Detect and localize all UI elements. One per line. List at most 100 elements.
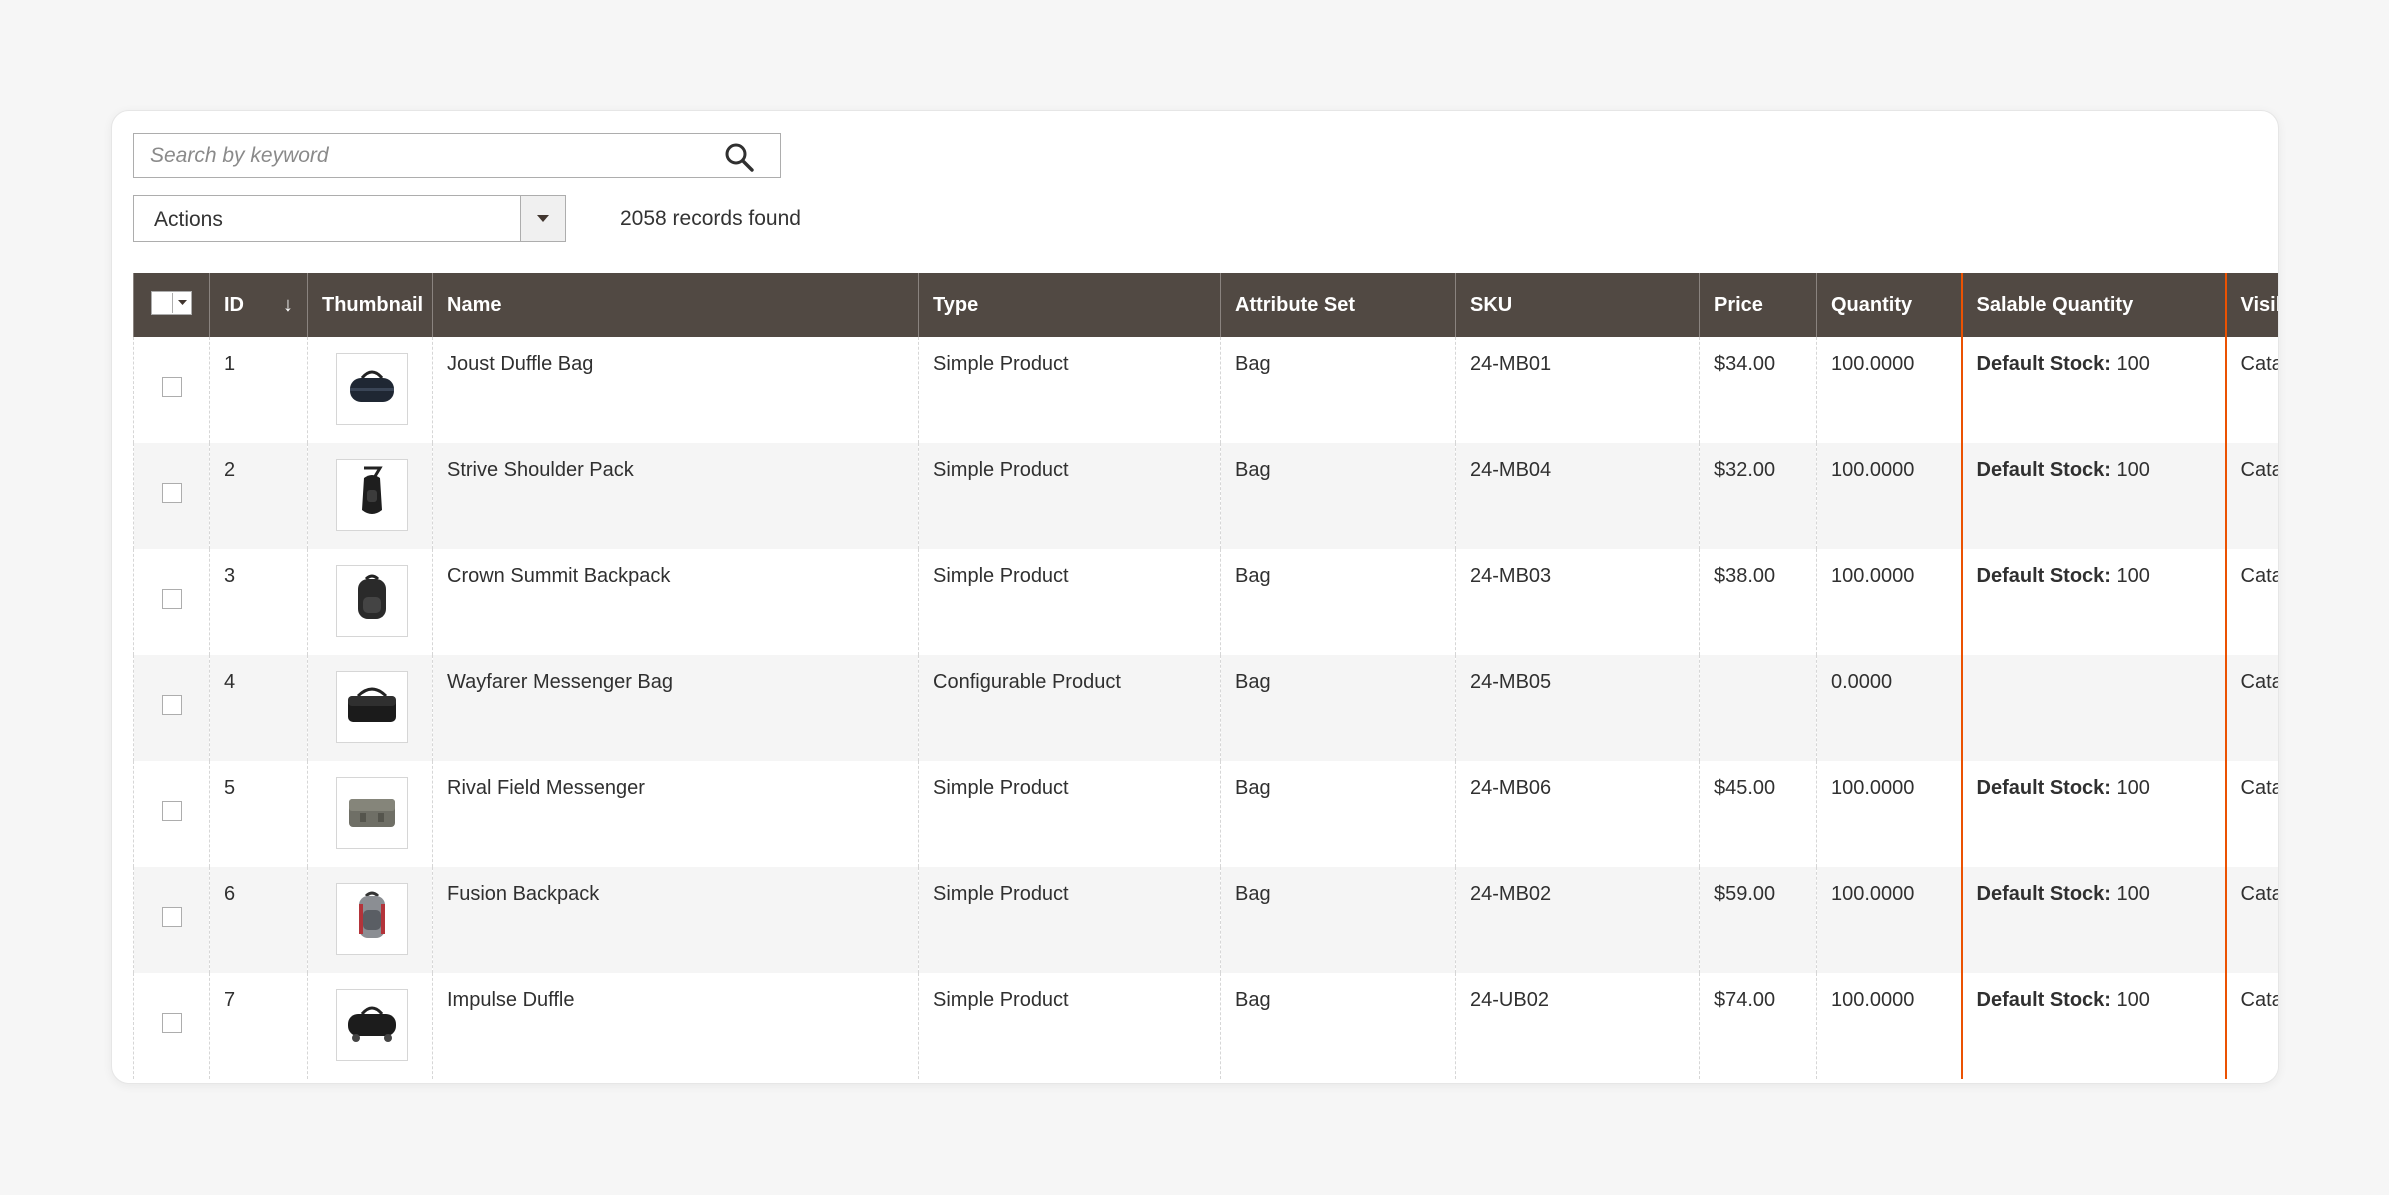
stock-value: 100 <box>2110 989 2150 1011</box>
table-header-row: ID ↓ Thumbnail Name Type Attribute Set S… <box>133 273 2278 337</box>
sort-arrow-icon: ↓ <box>283 293 293 316</box>
cell-price: $34.00 <box>1699 337 1817 443</box>
cell-thumbnail <box>307 655 433 761</box>
cell-visibility: Cata <box>2225 443 2278 549</box>
cell-quantity: 100.0000 <box>1816 761 1962 867</box>
row-select-cell <box>133 443 210 549</box>
cell-visibility: Cata <box>2225 867 2278 973</box>
table-row: 3 Crown Summit Backpack Simple Product B… <box>133 549 2278 655</box>
cell-type: Simple Product <box>918 973 1221 1079</box>
cell-name: Rival Field Messenger <box>432 761 919 867</box>
row-select-cell <box>133 337 210 443</box>
mass-select-checkbox[interactable] <box>151 291 192 315</box>
column-header-salable-quantity[interactable]: Salable Quantity <box>1960 273 2227 337</box>
cell-price: $59.00 <box>1699 867 1817 973</box>
row-select-cell <box>133 655 210 761</box>
row-checkbox[interactable] <box>161 589 182 609</box>
actions-dropdown-label: Actions <box>154 208 223 231</box>
stock-label: Default Stock: <box>1976 353 2111 375</box>
data-grid: ID ↓ Thumbnail Name Type Attribute Set S… <box>133 273 2278 1083</box>
cell-id: 6 <box>209 867 308 973</box>
cell-salable-quantity: Default Stock: 100 <box>1960 337 2227 443</box>
table-row: 5 Rival Field Messenger Simple Product B… <box>133 761 2278 867</box>
cell-thumbnail <box>307 337 433 443</box>
column-header-type[interactable]: Type <box>918 273 1221 337</box>
cell-salable-quantity: Default Stock: 100 <box>1960 761 2227 867</box>
records-found: 2058 records found <box>620 207 801 230</box>
cell-name: Fusion Backpack <box>432 867 919 973</box>
column-header-visibility[interactable]: Visib <box>2225 273 2278 337</box>
cell-id: 7 <box>209 973 308 1079</box>
row-checkbox[interactable] <box>161 377 182 397</box>
column-header-id[interactable]: ID ↓ <box>209 273 308 337</box>
product-thumbnail[interactable] <box>336 883 408 955</box>
cell-id: 4 <box>209 655 308 761</box>
cell-quantity: 0.0000 <box>1816 655 1962 761</box>
stock-value: 100 <box>2110 565 2150 587</box>
cell-sku: 24-MB04 <box>1455 443 1700 549</box>
column-header-price[interactable]: Price <box>1699 273 1817 337</box>
search-icon[interactable] <box>724 142 754 172</box>
cell-type: Simple Product <box>918 867 1221 973</box>
actions-dropdown[interactable]: Actions <box>133 195 566 242</box>
column-header-quantity[interactable]: Quantity <box>1816 273 1962 337</box>
cell-sku: 24-MB05 <box>1455 655 1700 761</box>
stock-value: 100 <box>2110 353 2150 375</box>
cell-type: Simple Product <box>918 337 1221 443</box>
row-checkbox[interactable] <box>161 801 182 821</box>
column-header-attribute-set[interactable]: Attribute Set <box>1220 273 1456 337</box>
cell-attribute-set: Bag <box>1220 655 1456 761</box>
row-checkbox[interactable] <box>161 695 182 715</box>
search-input[interactable] <box>150 134 710 177</box>
cell-visibility: Cata <box>2225 549 2278 655</box>
row-checkbox[interactable] <box>161 1013 182 1033</box>
cell-quantity: 100.0000 <box>1816 337 1962 443</box>
field-messenger-icon <box>344 789 400 837</box>
column-header-sku[interactable]: SKU <box>1455 273 1700 337</box>
stock-label: Default Stock: <box>1976 989 2111 1011</box>
cell-type: Configurable Product <box>918 655 1221 761</box>
cell-salable-quantity: Default Stock: 100 <box>1960 443 2227 549</box>
stock-label: Default Stock: <box>1976 883 2111 905</box>
product-thumbnail[interactable] <box>336 989 408 1061</box>
row-select-cell <box>133 867 210 973</box>
cell-visibility: Cata <box>2225 973 2278 1079</box>
table-row: 6 Fusion Backpack Simple Product Bag 24-… <box>133 867 2278 973</box>
cell-sku: 24-MB02 <box>1455 867 1700 973</box>
cell-sku: 24-MB06 <box>1455 761 1700 867</box>
chevron-down-icon[interactable] <box>520 196 565 241</box>
stock-label: Default Stock: <box>1976 565 2111 587</box>
cell-id: 1 <box>209 337 308 443</box>
cell-type: Simple Product <box>918 761 1221 867</box>
column-header-thumbnail[interactable]: Thumbnail <box>307 273 433 337</box>
cell-quantity: 100.0000 <box>1816 549 1962 655</box>
row-checkbox[interactable] <box>161 907 182 927</box>
cell-quantity: 100.0000 <box>1816 867 1962 973</box>
backpack-icon <box>350 571 394 631</box>
product-thumbnail[interactable] <box>336 565 408 637</box>
cell-name: Strive Shoulder Pack <box>432 443 919 549</box>
cell-price <box>1699 655 1817 761</box>
table-row: 1 Joust Duffle Bag Simple Product Bag 24… <box>133 337 2278 443</box>
product-thumbnail[interactable] <box>336 459 408 531</box>
cell-quantity: 100.0000 <box>1816 443 1962 549</box>
product-thumbnail[interactable] <box>336 777 408 849</box>
cell-visibility: Cata <box>2225 761 2278 867</box>
cell-attribute-set: Bag <box>1220 549 1456 655</box>
cell-type: Simple Product <box>918 443 1221 549</box>
column-header-name[interactable]: Name <box>432 273 919 337</box>
row-select-cell <box>133 549 210 655</box>
mass-select-box[interactable] <box>152 293 172 313</box>
cell-visibility: Cata <box>2225 655 2278 761</box>
table-row: 2 Strive Shoulder Pack Simple Product Ba… <box>133 443 2278 549</box>
cell-attribute-set: Bag <box>1220 443 1456 549</box>
cell-name: Wayfarer Messenger Bag <box>432 655 919 761</box>
cell-id: 5 <box>209 761 308 867</box>
cell-name: Crown Summit Backpack <box>432 549 919 655</box>
shoulder-pack-icon <box>352 464 392 526</box>
product-thumbnail[interactable] <box>336 671 408 743</box>
row-checkbox[interactable] <box>161 483 182 503</box>
chevron-down-icon[interactable] <box>172 293 191 313</box>
cell-quantity: 100.0000 <box>1816 973 1962 1079</box>
product-thumbnail[interactable] <box>336 353 408 425</box>
